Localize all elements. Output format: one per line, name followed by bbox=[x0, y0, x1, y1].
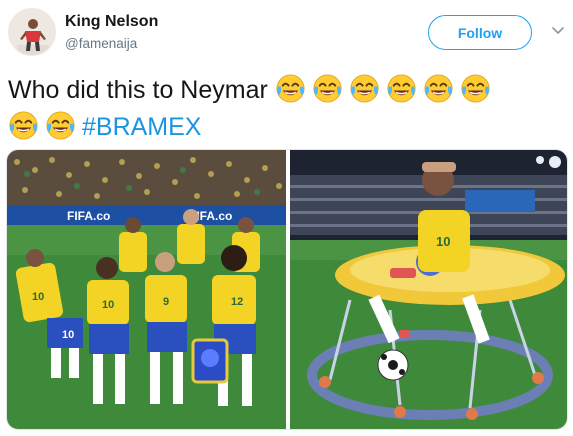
hashtag-link[interactable]: #BRAMEX bbox=[82, 113, 201, 141]
jersey-number-1: 10 bbox=[32, 291, 44, 303]
tears-of-joy-icon bbox=[461, 74, 490, 103]
tweet-header: King Nelson @famenaija Follow bbox=[0, 0, 573, 66]
jersey-number-neymar: 10 bbox=[436, 234, 450, 249]
shorts-number-1: 10 bbox=[62, 329, 74, 341]
chevron-down-icon[interactable] bbox=[550, 22, 566, 38]
tears-of-joy-icon bbox=[46, 111, 75, 140]
follow-button[interactable]: Follow bbox=[428, 15, 532, 50]
emoji-row-1 bbox=[275, 74, 497, 104]
jersey-number-4: 12 bbox=[231, 296, 243, 308]
tweet-body: Who did this to Neymar #BRAMEX bbox=[8, 72, 568, 146]
left-photo-brazil-team[interactable]: FIFA.co FIFA.co 10 10 10 9 12 bbox=[7, 150, 286, 430]
emoji-row-2 bbox=[8, 111, 82, 141]
avatar-image bbox=[9, 9, 55, 55]
tears-of-joy-icon bbox=[424, 74, 453, 103]
jersey-number-3: 9 bbox=[163, 296, 169, 308]
jersey-number-2: 10 bbox=[102, 299, 114, 311]
right-photo-neymar-baby-walker[interactable]: 10 bbox=[290, 150, 568, 430]
tears-of-joy-icon bbox=[350, 74, 379, 103]
tears-of-joy-icon bbox=[313, 74, 342, 103]
tweet-text: Who did this to Neymar bbox=[8, 76, 268, 104]
tweet-media[interactable]: FIFA.co FIFA.co 10 10 10 9 12 10 bbox=[6, 149, 568, 430]
tears-of-joy-icon bbox=[387, 74, 416, 103]
author-handle[interactable]: @famenaija bbox=[65, 36, 137, 51]
banner-text-1: FIFA.co bbox=[67, 209, 110, 223]
author-display-name[interactable]: King Nelson bbox=[65, 13, 158, 31]
tears-of-joy-icon bbox=[9, 111, 38, 140]
tears-of-joy-icon bbox=[276, 74, 305, 103]
author-avatar[interactable] bbox=[8, 8, 56, 56]
